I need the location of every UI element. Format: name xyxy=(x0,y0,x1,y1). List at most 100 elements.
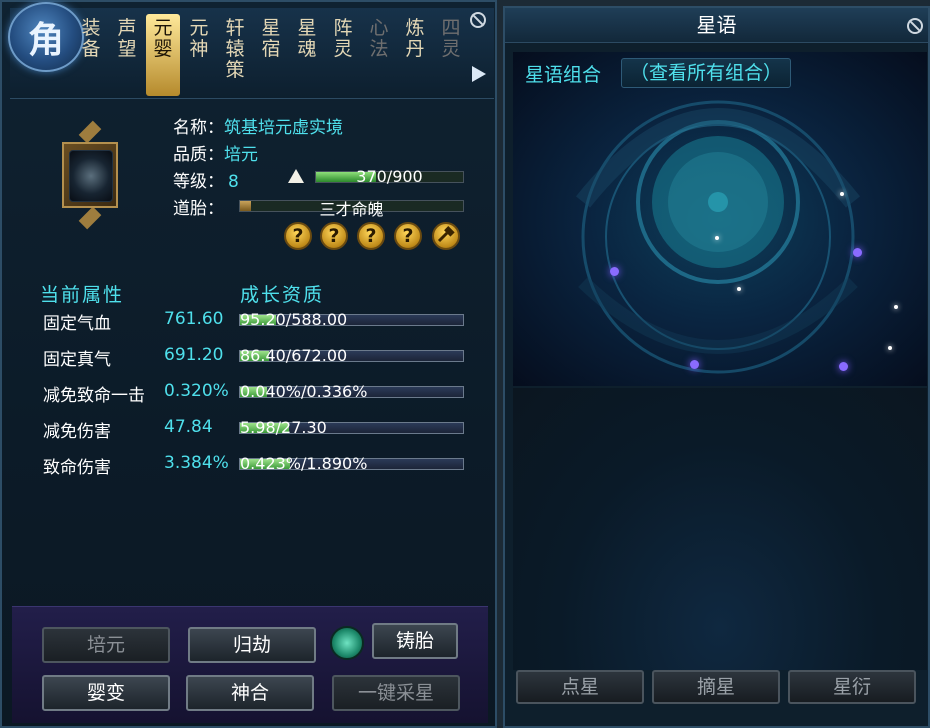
star-icon[interactable] xyxy=(894,305,898,309)
item-quality: 培元 xyxy=(224,145,258,165)
star-map: 星语组合 （查看所有组合） xyxy=(513,52,927,386)
socket-question-icon[interactable]: ? xyxy=(357,222,385,250)
growth-bar: 95.20/588.00 xyxy=(239,310,464,329)
tab-label-char: 灵 xyxy=(333,38,353,60)
growth-aptitude-title: 成长资质 xyxy=(240,284,325,306)
tab-label-char: 望 xyxy=(117,38,137,60)
yingbian-button[interactable]: 婴变 xyxy=(42,675,170,711)
one-click-collect-stars-button[interactable]: 一键采星 xyxy=(332,675,460,711)
star-language-panel: 星语 星语组合 （查看所有组合） xyxy=(503,6,930,728)
attribute-value: 761.60 xyxy=(164,309,224,329)
tab-6[interactable]: 星魂 xyxy=(290,18,324,96)
tab-8[interactable]: 心法 xyxy=(362,18,396,96)
tab-label-char: 声 xyxy=(117,17,137,39)
peiyuan-button[interactable]: 培元 xyxy=(42,627,170,663)
tab-scroll-right-icon[interactable] xyxy=(472,66,486,82)
light-star-button[interactable]: 点星 xyxy=(516,670,644,704)
tab-label-char: 阵 xyxy=(333,17,353,39)
growth-bar: 0.040%/0.336% xyxy=(239,382,464,401)
tab-1[interactable]: 声望 xyxy=(110,18,144,96)
name-label: 名称： xyxy=(173,118,224,138)
attribute-name: 致命伤害 xyxy=(43,458,111,478)
view-all-combos-link[interactable]: （查看所有组合） xyxy=(621,58,792,88)
item-level: 8 xyxy=(228,172,239,192)
item-name-row: 名称：筑基培元虚实境 xyxy=(173,113,343,138)
tab-label-char: 四 xyxy=(441,17,461,39)
embryo-label: 道胎： xyxy=(173,199,224,219)
exp-bar: 370/900 xyxy=(315,167,464,186)
level-label: 等级： xyxy=(173,172,224,192)
exp-text: 370/900 xyxy=(356,167,423,186)
item-name: 筑基培元虚实境 xyxy=(224,118,343,138)
growth-bar: 86.40/672.00 xyxy=(239,346,464,365)
yuanying-item-icon[interactable] xyxy=(56,120,124,230)
attribute-value: 691.20 xyxy=(164,345,224,365)
tab-label-char: 丹 xyxy=(405,38,425,60)
socket-question-icon[interactable]: ? xyxy=(394,222,422,250)
tab-label-char: 炼 xyxy=(405,17,425,39)
tab-label-char: 宿 xyxy=(261,38,281,60)
tab-3[interactable]: 元神 xyxy=(182,18,216,96)
tab-10[interactable]: 四灵 xyxy=(434,18,468,96)
shenhe-button[interactable]: 神合 xyxy=(186,675,314,711)
socket-question-icon[interactable]: ? xyxy=(320,222,348,250)
tab-label-char: 元 xyxy=(189,17,209,39)
star-icon[interactable] xyxy=(690,360,699,369)
growth-text: 95.20/588.00 xyxy=(240,310,348,329)
star-icon[interactable] xyxy=(610,267,619,276)
tab-label-char: 元 xyxy=(153,17,173,39)
star-detail-area xyxy=(513,388,927,670)
growth-text: 0.423%/1.890% xyxy=(240,454,368,473)
attribute-name: 减免致命一击 xyxy=(43,386,145,406)
level-up-icon[interactable] xyxy=(288,169,304,183)
star-icon[interactable] xyxy=(888,346,892,350)
tab-label-char: 法 xyxy=(369,38,389,60)
jade-icon[interactable] xyxy=(330,626,364,660)
star-icon[interactable] xyxy=(715,236,719,240)
quality-label: 品质： xyxy=(173,145,224,165)
embryo-row: 道胎： xyxy=(173,194,224,219)
tab-label-char: 轩 xyxy=(225,17,245,39)
tab-4[interactable]: 轩辕策 xyxy=(218,18,252,96)
star-icon[interactable] xyxy=(853,248,862,257)
attribute-value: 0.320% xyxy=(164,381,229,401)
star-icon[interactable] xyxy=(840,192,844,196)
growth-bar: 0.423%/1.890% xyxy=(239,454,464,473)
attribute-value: 47.84 xyxy=(164,417,213,437)
star-icon[interactable] xyxy=(839,362,848,371)
tab-label-char: 星 xyxy=(297,17,317,39)
tab-label-char: 心 xyxy=(369,17,389,39)
hammer-icon[interactable] xyxy=(432,222,460,250)
tab-label-char: 神 xyxy=(189,38,209,60)
close-icon[interactable] xyxy=(470,12,486,28)
role-badge-text: 角 xyxy=(27,19,64,61)
growth-text: 86.40/672.00 xyxy=(240,346,348,365)
star-derive-button[interactable]: 星衍 xyxy=(788,670,916,704)
tab-0[interactable]: 装备 xyxy=(74,18,108,96)
pick-star-button[interactable]: 摘星 xyxy=(652,670,780,704)
growth-text: 5.98/27.30 xyxy=(240,418,327,437)
close-icon[interactable] xyxy=(907,18,923,34)
attribute-value: 3.384% xyxy=(164,453,229,473)
tab-label-char: 婴 xyxy=(153,38,173,60)
tab-7[interactable]: 阵灵 xyxy=(326,18,360,96)
tab-9[interactable]: 炼丹 xyxy=(398,18,432,96)
growth-bar: 5.98/27.30 xyxy=(239,418,464,437)
tab-label-char: 魂 xyxy=(297,38,317,60)
current-attributes-title: 当前属性 xyxy=(40,284,125,306)
tab-label-char: 装 xyxy=(81,17,101,39)
star-icon[interactable] xyxy=(737,287,741,291)
panel-title: 星语 xyxy=(505,8,928,43)
embryo-text: 三才命魄 xyxy=(319,200,384,219)
zhutai-button[interactable]: 铸胎 xyxy=(372,623,458,659)
tab-label-char: 策 xyxy=(225,59,245,81)
attribute-name: 固定真气 xyxy=(43,350,111,370)
tab-2[interactable]: 元婴 xyxy=(146,14,180,96)
attribute-name: 固定气血 xyxy=(43,314,111,334)
growth-text: 0.040%/0.336% xyxy=(240,382,368,401)
tab-5[interactable]: 星宿 xyxy=(254,18,288,96)
guijie-button[interactable]: 归劫 xyxy=(188,627,316,663)
tab-label-char: 灵 xyxy=(441,38,461,60)
embryo-bar: 三才命魄 xyxy=(239,200,464,219)
socket-question-icon[interactable]: ? xyxy=(284,222,312,250)
